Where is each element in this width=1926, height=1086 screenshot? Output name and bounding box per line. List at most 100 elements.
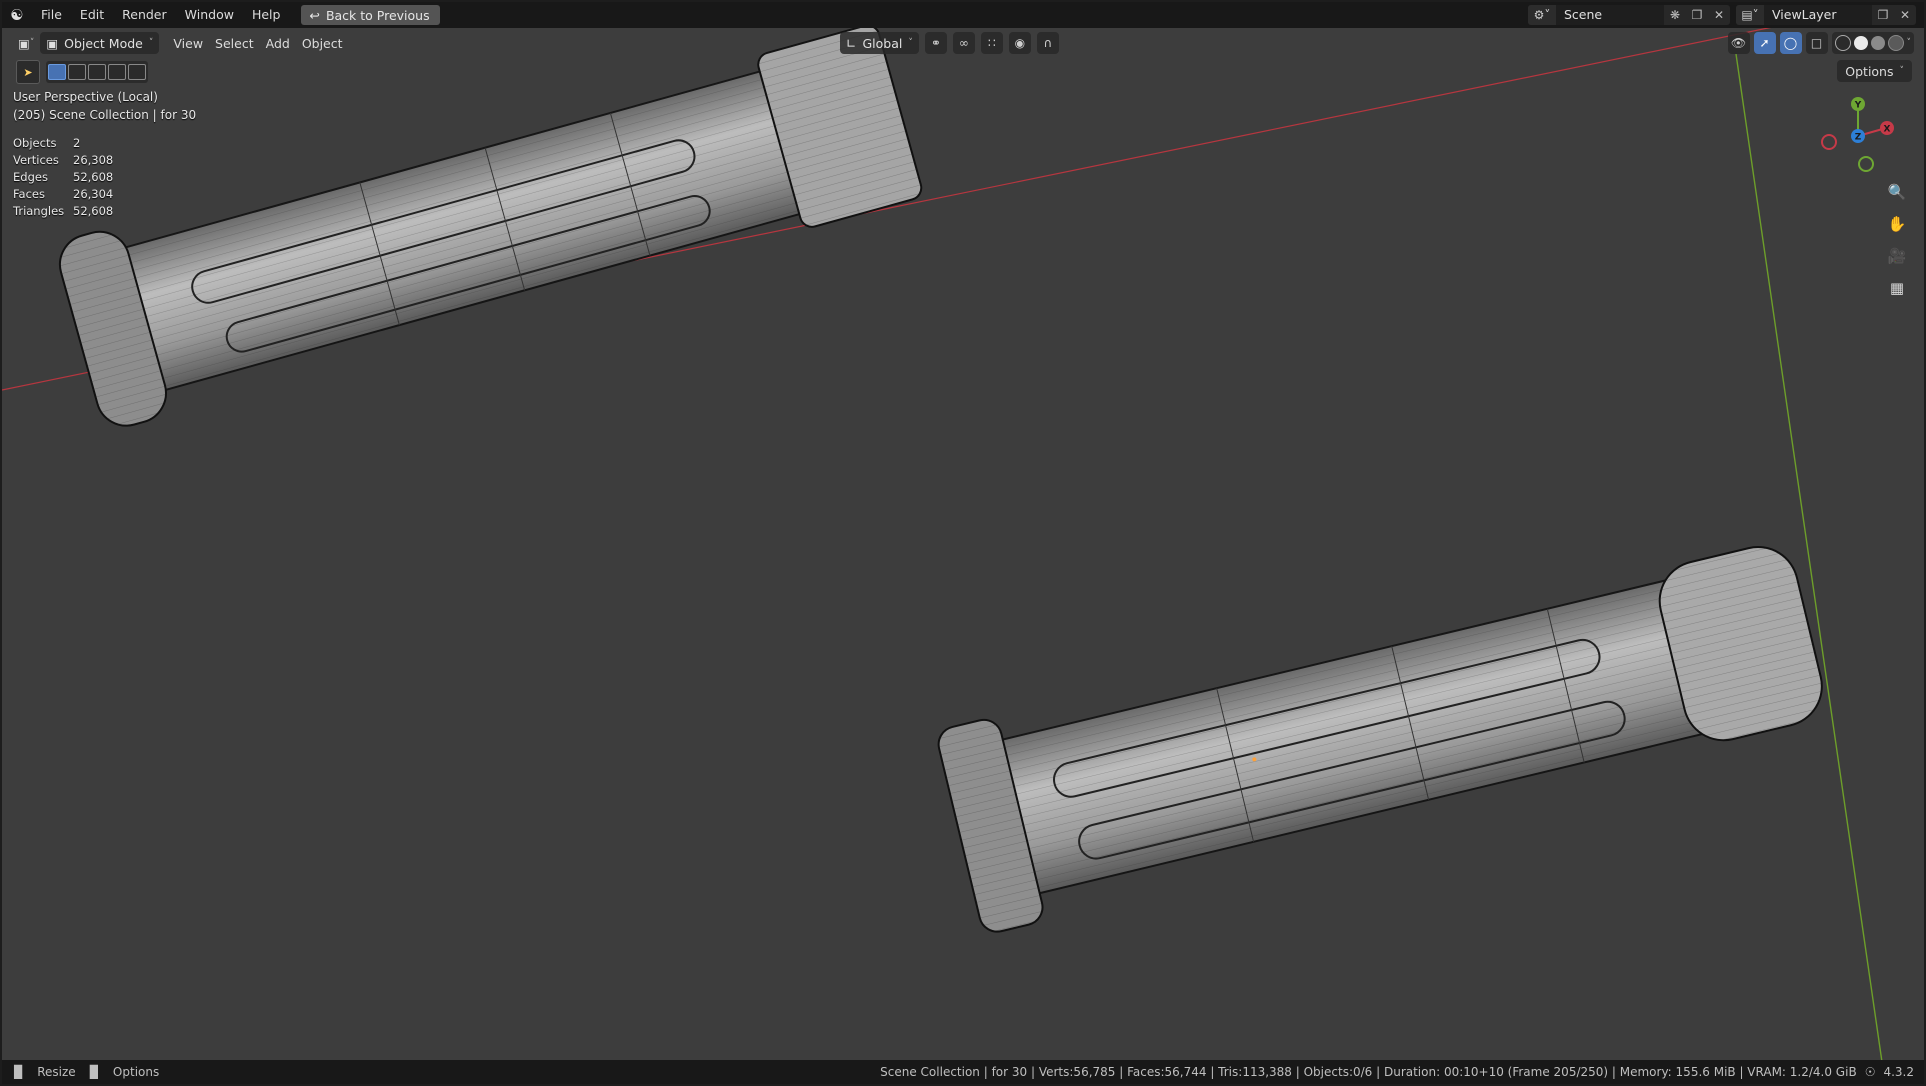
- new-scene-icon[interactable]: ❐: [1686, 5, 1708, 25]
- gizmo-x-label: X: [1884, 125, 1891, 135]
- perspective-toggle-icon[interactable]: ▦: [1884, 276, 1910, 300]
- menu-render[interactable]: Render: [113, 2, 176, 28]
- stat-label: Faces: [13, 187, 45, 201]
- snap-toggle-icon[interactable]: ∞: [952, 32, 975, 54]
- xray-toggle-icon[interactable]: □: [1805, 32, 1828, 54]
- select-tool-icon[interactable]: ➤: [16, 60, 40, 84]
- collection-label: (205) Scene Collection | for 30: [13, 108, 197, 122]
- stat-label: Triangles: [13, 204, 65, 218]
- zoom-icon[interactable]: 🔍: [1884, 180, 1910, 204]
- mouse-left-icon: ▉: [14, 1065, 24, 1079]
- menu-view[interactable]: View: [167, 32, 209, 54]
- menu-edit[interactable]: Edit: [71, 2, 113, 28]
- object-mode-icon: ▣: [46, 35, 59, 51]
- rendered-shading-icon[interactable]: [1887, 35, 1904, 51]
- camera-view-icon[interactable]: 🎥: [1884, 244, 1910, 268]
- gizmo-neg-y-icon[interactable]: [1858, 156, 1874, 172]
- blender-logo-icon[interactable]: ☯: [2, 2, 32, 28]
- viewport-3d[interactable]: [2, 2, 1924, 1084]
- viewport-display-tools: 👁 ➚ ◯ □ ˅: [1727, 32, 1914, 54]
- chevron-down-icon: ˅: [148, 38, 154, 48]
- view-layer-selector[interactable]: ▤˅ ViewLayer ❐ ✕: [1736, 5, 1916, 25]
- gizmo-toggle-icon[interactable]: ➚: [1753, 32, 1776, 54]
- stat-row: Triangles 52,608: [13, 203, 113, 220]
- status-hint-resize: Resize: [37, 1065, 76, 1079]
- back-arrow-icon: ↩: [309, 7, 320, 23]
- wireframe-shading-icon[interactable]: [1834, 35, 1851, 51]
- proportional-edit-icon[interactable]: ◉: [1008, 32, 1031, 54]
- back-to-previous-label: Back to Previous: [325, 7, 430, 23]
- pin-icon[interactable]: ❋: [1664, 5, 1686, 25]
- version-text: 4.3.2: [1883, 1065, 1914, 1079]
- options-dropdown[interactable]: Options ˅: [1837, 60, 1912, 82]
- chevron-down-icon: ˅: [1899, 66, 1905, 76]
- stat-label: Vertices: [13, 153, 59, 167]
- top-menu-bar: ☯ File Edit Render Window Help ↩ Back to…: [2, 2, 1924, 28]
- grip-object-lower[interactable]: [935, 527, 1834, 935]
- options-label: Options: [1845, 63, 1894, 79]
- scene-name-field[interactable]: Scene: [1556, 5, 1664, 25]
- stat-label: Edges: [13, 170, 48, 184]
- shading-modes[interactable]: ˅: [1831, 32, 1914, 54]
- stat-row: Objects 2: [13, 135, 113, 152]
- falloff-icon[interactable]: ∩: [1036, 32, 1059, 54]
- back-to-previous-button[interactable]: ↩ Back to Previous: [301, 5, 440, 25]
- gizmo-z-label: Z: [1855, 133, 1862, 143]
- orientation-dropdown[interactable]: ∟ Global ˅: [840, 32, 919, 54]
- status-info: Scene Collection | for 30 | Verts:56,785…: [880, 1060, 1914, 1084]
- editor-type-button[interactable]: ▣ ˅: [12, 32, 40, 54]
- delete-view-layer-icon[interactable]: ✕: [1894, 5, 1916, 25]
- stat-row: Edges 52,608: [13, 169, 113, 186]
- grip-object-upper[interactable]: [53, 16, 926, 433]
- overlay-toggle-icon[interactable]: ◯: [1779, 32, 1802, 54]
- navigation-tools: 🔍 ✋ 🎥 ▦: [1884, 180, 1910, 300]
- tool-settings-row: ➤: [16, 60, 148, 84]
- menu-window[interactable]: Window: [176, 2, 243, 28]
- select-subtract-icon[interactable]: [88, 64, 106, 80]
- solid-shading-icon[interactable]: [1853, 36, 1868, 50]
- mode-dropdown[interactable]: ▣ Object Mode ˅: [40, 32, 160, 54]
- select-extend-icon[interactable]: [68, 64, 86, 80]
- view-layer-icon[interactable]: ▤˅: [1736, 5, 1764, 25]
- status-bar: ▉ Resize ▉ Options Scene Collection | fo…: [2, 1060, 1924, 1084]
- snap-target-icon[interactable]: ∷: [980, 32, 1003, 54]
- stat-value: 2: [73, 136, 81, 150]
- orientation-label: Global: [862, 35, 903, 51]
- visibility-icon[interactable]: 👁: [1727, 32, 1750, 54]
- navigation-gizmo[interactable]: Y X Z: [1814, 94, 1894, 174]
- stat-value: 26,304: [73, 187, 114, 201]
- view-layer-name-field[interactable]: ViewLayer: [1764, 5, 1872, 25]
- chevron-down-icon[interactable]: ˅: [1907, 38, 1912, 48]
- scene-selector[interactable]: ⚙˅ Scene ❋ ❐ ✕: [1528, 5, 1730, 25]
- material-shading-icon[interactable]: [1870, 36, 1885, 50]
- gizmo-neg-x-icon[interactable]: [1821, 134, 1837, 150]
- select-intersect-icon[interactable]: [128, 64, 146, 80]
- delete-scene-icon[interactable]: ✕: [1708, 5, 1730, 25]
- blender-window: ☯ File Edit Render Window Help ↩ Back to…: [2, 2, 1924, 1084]
- gizmo-y-label: Y: [1854, 101, 1862, 111]
- menu-file[interactable]: File: [32, 2, 71, 28]
- status-hints: ▉ Resize ▉ Options: [2, 1065, 159, 1079]
- selection-modes[interactable]: [46, 61, 148, 83]
- perspective-label: User Perspective (Local): [13, 90, 158, 104]
- stat-row: Faces 26,304: [13, 186, 113, 203]
- stat-label: Objects: [13, 136, 57, 150]
- mouse-right-icon: ▉: [89, 1065, 99, 1079]
- stat-value: 52,608: [73, 170, 114, 184]
- viewport-header: ▣ ˅ ▣ Object Mode ˅ View Select Add Obje…: [2, 28, 1924, 58]
- select-invert-icon[interactable]: [108, 64, 126, 80]
- orientation-icon: ∟: [846, 35, 857, 51]
- pan-hand-icon[interactable]: ✋: [1884, 212, 1910, 236]
- menu-select[interactable]: Select: [209, 32, 260, 54]
- pivot-point-icon[interactable]: ⚭: [924, 32, 947, 54]
- transform-tools: ∟ Global ˅ ⚭ ∞ ∷ ◉ ∩: [840, 32, 1059, 54]
- new-view-layer-icon[interactable]: ❐: [1872, 5, 1894, 25]
- select-new-icon[interactable]: [48, 64, 66, 80]
- scene-icon[interactable]: ⚙˅: [1528, 5, 1556, 25]
- mode-label: Object Mode: [64, 35, 143, 51]
- menu-object[interactable]: Object: [296, 32, 349, 54]
- menu-add[interactable]: Add: [260, 32, 296, 54]
- menu-help[interactable]: Help: [243, 2, 290, 28]
- scene-statistics: Objects 2 Vertices 26,308 Edges 52,608 Face…: [13, 135, 113, 220]
- status-hint-options: Options: [112, 1065, 160, 1079]
